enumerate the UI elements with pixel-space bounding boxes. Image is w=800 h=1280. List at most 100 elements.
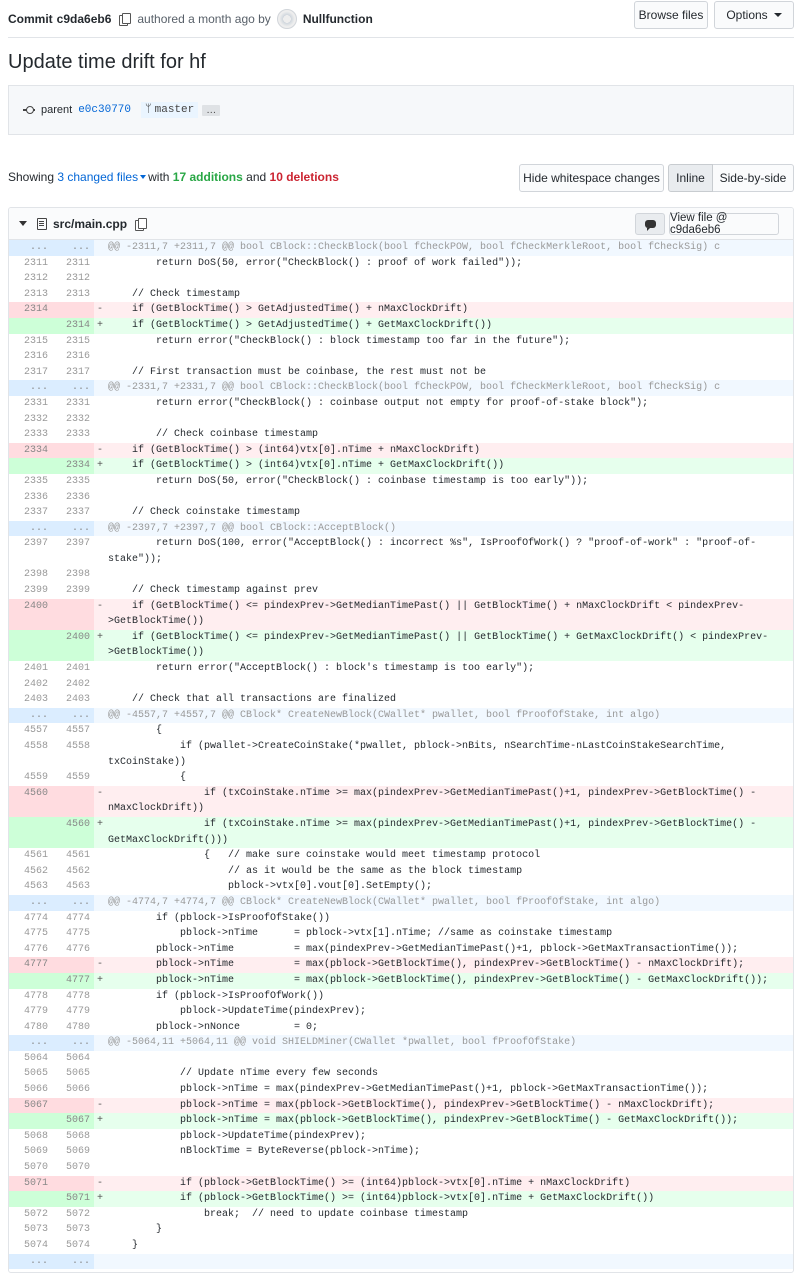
- old-line-number[interactable]: 2336: [9, 489, 52, 506]
- old-line-number[interactable]: 2317: [9, 364, 52, 381]
- old-line-number[interactable]: 2314: [9, 302, 52, 318]
- new-line-number[interactable]: ...: [52, 380, 94, 396]
- inline-button[interactable]: Inline: [668, 164, 713, 192]
- old-line-number[interactable]: 5072: [9, 1206, 52, 1223]
- old-line-number[interactable]: 4780: [9, 1019, 52, 1036]
- old-line-number[interactable]: ...: [9, 1035, 52, 1051]
- new-line-number[interactable]: 4775: [52, 926, 94, 942]
- new-line-number[interactable]: 2316: [52, 349, 94, 365]
- new-line-number[interactable]: 5066: [52, 1082, 94, 1098]
- old-line-number[interactable]: 4561: [9, 848, 52, 864]
- old-line-number[interactable]: 4563: [9, 879, 52, 895]
- new-line-number[interactable]: 2334: [52, 458, 94, 474]
- new-line-number[interactable]: 2314: [52, 317, 94, 334]
- old-line-number[interactable]: 4560: [9, 785, 52, 817]
- new-line-number[interactable]: 2402: [52, 676, 94, 693]
- old-line-number[interactable]: 4775: [9, 926, 52, 942]
- old-line-number[interactable]: ...: [9, 894, 52, 911]
- old-line-number[interactable]: [9, 458, 52, 474]
- old-line-number[interactable]: 5068: [9, 1128, 52, 1145]
- old-line-number[interactable]: 2332: [9, 411, 52, 428]
- old-line-number[interactable]: ...: [9, 1253, 52, 1270]
- old-line-number[interactable]: 2402: [9, 676, 52, 693]
- old-line-number[interactable]: 4779: [9, 1004, 52, 1020]
- new-line-number[interactable]: 2403: [52, 692, 94, 708]
- old-line-number[interactable]: [9, 816, 52, 849]
- new-line-number[interactable]: 4779: [52, 1004, 94, 1020]
- old-line-number[interactable]: 5070: [9, 1160, 52, 1176]
- old-line-number[interactable]: 5066: [9, 1082, 52, 1098]
- new-line-number[interactable]: ...: [52, 1035, 94, 1051]
- new-line-number[interactable]: [52, 302, 94, 318]
- new-line-number[interactable]: [52, 785, 94, 817]
- new-line-number[interactable]: 2399: [52, 583, 94, 599]
- old-line-number[interactable]: 2315: [9, 333, 52, 350]
- view-file-button[interactable]: View file @ c9da6eb6: [669, 212, 779, 236]
- old-line-number[interactable]: 4778: [9, 988, 52, 1005]
- new-line-number[interactable]: ...: [52, 894, 94, 911]
- old-line-number[interactable]: [9, 629, 52, 662]
- new-line-number[interactable]: ...: [52, 1253, 94, 1270]
- new-line-number[interactable]: 5074: [52, 1238, 94, 1254]
- new-line-number[interactable]: 5069: [52, 1144, 94, 1161]
- avatar[interactable]: [276, 8, 297, 29]
- new-line-number[interactable]: [52, 1097, 94, 1114]
- new-line-number[interactable]: ...: [52, 707, 94, 724]
- old-line-number[interactable]: 2401: [9, 661, 52, 677]
- old-line-number[interactable]: 2335: [9, 473, 52, 490]
- old-line-number[interactable]: 2316: [9, 349, 52, 365]
- new-line-number[interactable]: 4559: [52, 770, 94, 786]
- old-line-number[interactable]: 2400: [9, 598, 52, 630]
- commit-sha[interactable]: c9da6eb6: [57, 12, 112, 26]
- new-line-number[interactable]: 4777: [52, 972, 94, 989]
- old-line-number[interactable]: 5069: [9, 1144, 52, 1161]
- copy-icon[interactable]: [119, 12, 132, 26]
- old-line-number[interactable]: 4557: [9, 723, 52, 739]
- side-by-side-button[interactable]: Side-by-side: [713, 164, 794, 192]
- new-line-number[interactable]: 2336: [52, 489, 94, 506]
- new-line-number[interactable]: 5071: [52, 1191, 94, 1207]
- new-line-number[interactable]: 2337: [52, 505, 94, 521]
- new-line-number[interactable]: 4563: [52, 879, 94, 895]
- old-line-number[interactable]: 4559: [9, 770, 52, 786]
- old-line-number[interactable]: [9, 1191, 52, 1207]
- new-line-number[interactable]: 4557: [52, 723, 94, 739]
- new-line-number[interactable]: 5070: [52, 1160, 94, 1176]
- new-line-number[interactable]: 2312: [52, 271, 94, 287]
- old-line-number[interactable]: 2397: [9, 536, 52, 568]
- new-line-number[interactable]: 2311: [52, 255, 94, 272]
- new-line-number[interactable]: 2398: [52, 567, 94, 584]
- branch-badge[interactable]: ᛘ master: [141, 102, 199, 118]
- new-line-number[interactable]: 2400: [52, 629, 94, 662]
- ellipsis-button[interactable]: …: [202, 104, 221, 116]
- new-line-number[interactable]: 2401: [52, 661, 94, 677]
- old-line-number[interactable]: 2403: [9, 692, 52, 708]
- old-line-number[interactable]: ...: [9, 707, 52, 724]
- old-line-number[interactable]: 4774: [9, 910, 52, 927]
- old-line-number[interactable]: 2333: [9, 427, 52, 443]
- old-line-number[interactable]: 4562: [9, 863, 52, 880]
- collapse-chevron-icon[interactable]: [19, 221, 27, 226]
- hide-whitespace-button[interactable]: Hide whitespace changes: [519, 164, 664, 192]
- comment-toggle-button[interactable]: [635, 213, 665, 235]
- copy-path-icon[interactable]: [135, 217, 148, 231]
- old-line-number[interactable]: 2334: [9, 442, 52, 459]
- new-line-number[interactable]: 2317: [52, 364, 94, 381]
- new-line-number[interactable]: 4560: [52, 816, 94, 849]
- old-line-number[interactable]: 2311: [9, 255, 52, 272]
- new-line-number[interactable]: 5072: [52, 1206, 94, 1223]
- new-line-number[interactable]: 2315: [52, 333, 94, 350]
- old-line-number[interactable]: 2399: [9, 583, 52, 599]
- new-line-number[interactable]: 5067: [52, 1113, 94, 1129]
- old-line-number[interactable]: 2312: [9, 271, 52, 287]
- new-line-number[interactable]: [52, 442, 94, 459]
- old-line-number[interactable]: 2331: [9, 395, 52, 412]
- old-line-number[interactable]: 5074: [9, 1238, 52, 1254]
- new-line-number[interactable]: 2335: [52, 473, 94, 490]
- old-line-number[interactable]: [9, 972, 52, 989]
- old-line-number[interactable]: 2337: [9, 505, 52, 521]
- new-line-number[interactable]: 4780: [52, 1019, 94, 1036]
- new-line-number[interactable]: 2332: [52, 411, 94, 428]
- new-line-number[interactable]: 2313: [52, 286, 94, 303]
- new-line-number[interactable]: ...: [52, 240, 94, 256]
